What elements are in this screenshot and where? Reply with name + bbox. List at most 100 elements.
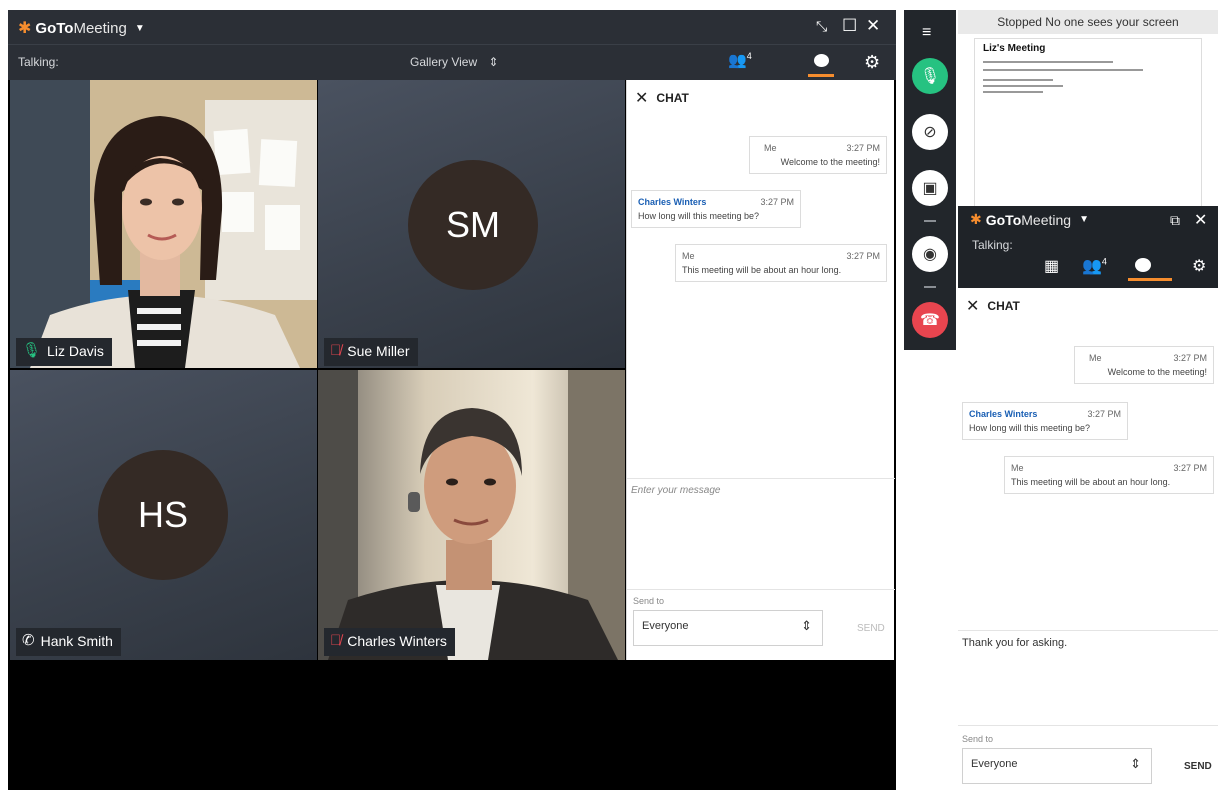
message-sender: Charles Winters [969,409,1038,419]
chat-message: Me 3:27 PM Welcome to the meeting! [1074,346,1214,384]
divider [924,286,936,288]
brand-bold: GoTo [985,211,1022,228]
participant-name: Charles Winters [347,633,447,649]
message-input[interactable]: Enter your message [627,478,895,590]
attendees-count: 4 [1101,256,1107,267]
app-menu-caret-icon[interactable]: ▼ [1079,214,1089,225]
participant-name: Liz Davis [47,343,104,359]
video-tile-charles-winters[interactable]: 🎙̸ Charles Winters [318,370,625,660]
select-arrows-icon: ⇕ [801,618,812,633]
close-icon[interactable]: ✕ [866,17,880,35]
gotomeeting-flower-icon: ✱ [970,211,982,227]
app-menu-caret-icon[interactable]: ▼ [135,23,145,34]
message-sender: Charles Winters [638,197,707,207]
participant-nametag: 🎙 Liz Davis [16,338,112,366]
screen-share-status: Stopped No one sees your screen [958,10,1218,34]
participant-nametag: 🎙̸ Sue Miller [324,338,418,366]
meeting-window: ✱ GoToMeeting ▼ ⤡ ☐ ✕ Talking: Gallery V… [8,10,896,790]
preview-line [983,79,1053,81]
record-icon: ◉ [923,246,937,263]
compact-title-bar: ✱ GoToMeeting ▼ ⧉ ✕ Talking: ▦ 👥4 ⚙ [958,206,1218,288]
microphone-icon: 🎙 [919,68,941,85]
message-sender: Me [1011,463,1024,473]
active-tab-underline [808,74,834,77]
camera-button[interactable]: ⊘ [912,114,948,150]
message-text: Welcome to the meeting! [1107,367,1207,377]
message-text: This meeting will be about an hour long. [682,265,842,275]
close-chat-icon[interactable]: ✕ [966,296,979,316]
mic-muted-icon: 🎙̸ [330,342,342,359]
menu-icon[interactable]: ≡ [922,24,931,42]
view-selector[interactable]: Gallery View ⇕ [410,55,499,69]
close-icon[interactable]: ✕ [1194,210,1207,230]
app-logo[interactable]: ✱ GoToMeeting ▼ [970,211,1089,228]
chat-message: Me 3:27 PM Welcome to the meeting! [749,136,887,174]
chat-message: Charles Winters 3:27 PM How long will thi… [962,402,1128,440]
message-time: 3:27 PM [1087,409,1121,419]
chat-panel: ✕ CHAT Me 3:27 PM Welcome to the meeting!… [626,80,895,660]
attendees-button[interactable]: 👥4 [728,51,752,69]
participant-nametag: 🎙̸ Charles Winters [324,628,455,656]
message-time: 3:27 PM [846,251,880,261]
preview-line [983,61,1113,63]
chat-header: ✕ CHAT [966,296,1020,316]
message-text: How long will this meeting be? [969,423,1091,433]
divider [924,220,936,222]
record-button[interactable]: ◉ [912,236,948,272]
recipient-select[interactable]: Everyone ⇕ [633,610,823,646]
preview-line [983,91,1043,93]
video-tile-liz-davis[interactable]: 🎙 Liz Davis [10,80,317,368]
participant-avatar: SM [408,160,538,290]
talking-indicator: Talking: [972,238,1013,252]
liz-davis-video [10,80,317,368]
participant-avatar: HS [98,450,228,580]
video-tile-sue-miller[interactable]: SM 🎙̸ Sue Miller [318,80,625,368]
close-chat-icon[interactable]: ✕ [635,88,648,108]
microphone-button[interactable]: 🎙 [912,58,948,94]
restore-icon[interactable]: ⧉ [1170,212,1180,229]
app-logo[interactable]: ✱ GoToMeeting ▼ [18,18,145,38]
message-text: This meeting will be about an hour long. [1011,477,1171,487]
maximize-icon[interactable]: ☐ [842,17,857,35]
video-tile-hank-smith[interactable]: HS ✆ Hank Smith [10,370,317,660]
attendees-icon: 👥 [728,52,747,69]
send-button[interactable]: SEND [1184,761,1212,772]
mic-active-icon: 🎙 [22,342,42,359]
talking-indicator: Talking: [18,55,59,69]
brand-light: Meeting [73,19,127,37]
participant-nametag: ✆ Hank Smith [16,628,121,656]
screen-share-icon: ▣ [922,180,938,197]
preview-line [983,69,1143,71]
screen-share-button[interactable]: ▣ [912,170,948,206]
chat-toggle-button[interactable] [1128,256,1172,282]
send-button[interactable]: SEND [857,623,885,634]
chat-title: CHAT [656,91,689,105]
settings-gear-icon[interactable]: ⚙ [1192,256,1206,276]
brand-bold: GoTo [35,19,74,37]
attendees-count: 4 [746,51,752,61]
message-time: 3:27 PM [846,143,880,153]
compact-view-icon[interactable]: ⤡ [816,17,827,35]
recipient-select[interactable]: Everyone ⇕ [962,748,1152,784]
recipient-value: Everyone [642,620,689,632]
title-bar: ✱ GoToMeeting ▼ ⤡ ☐ ✕ [8,10,896,44]
message-sender: Me [682,251,695,261]
message-sender: Me [764,143,777,153]
chat-message: Me 3:27 PM This meeting will be about an … [675,244,887,282]
recipient-value: Everyone [971,758,1018,770]
message-text: How long will this meeting be? [638,211,760,221]
hang-up-button[interactable]: ☎ [912,302,948,338]
phone-icon: ✆ [22,632,35,649]
send-to-label: Send to [633,596,665,606]
participant-name: Hank Smith [40,633,113,649]
attendees-button[interactable]: 👥4 [1082,256,1107,276]
chat-toggle-button[interactable] [808,49,834,77]
gallery-grid-icon[interactable]: ▦ [1044,256,1059,276]
message-input[interactable]: Thank you for asking. [958,630,1218,726]
brand-light: Meeting [1021,211,1072,228]
settings-gear-icon[interactable]: ⚙ [864,52,880,73]
chat-bubble-icon [1135,258,1151,272]
active-tab-underline [1128,278,1172,281]
hang-up-icon: ☎ [920,312,940,329]
charles-winters-video [318,370,625,660]
